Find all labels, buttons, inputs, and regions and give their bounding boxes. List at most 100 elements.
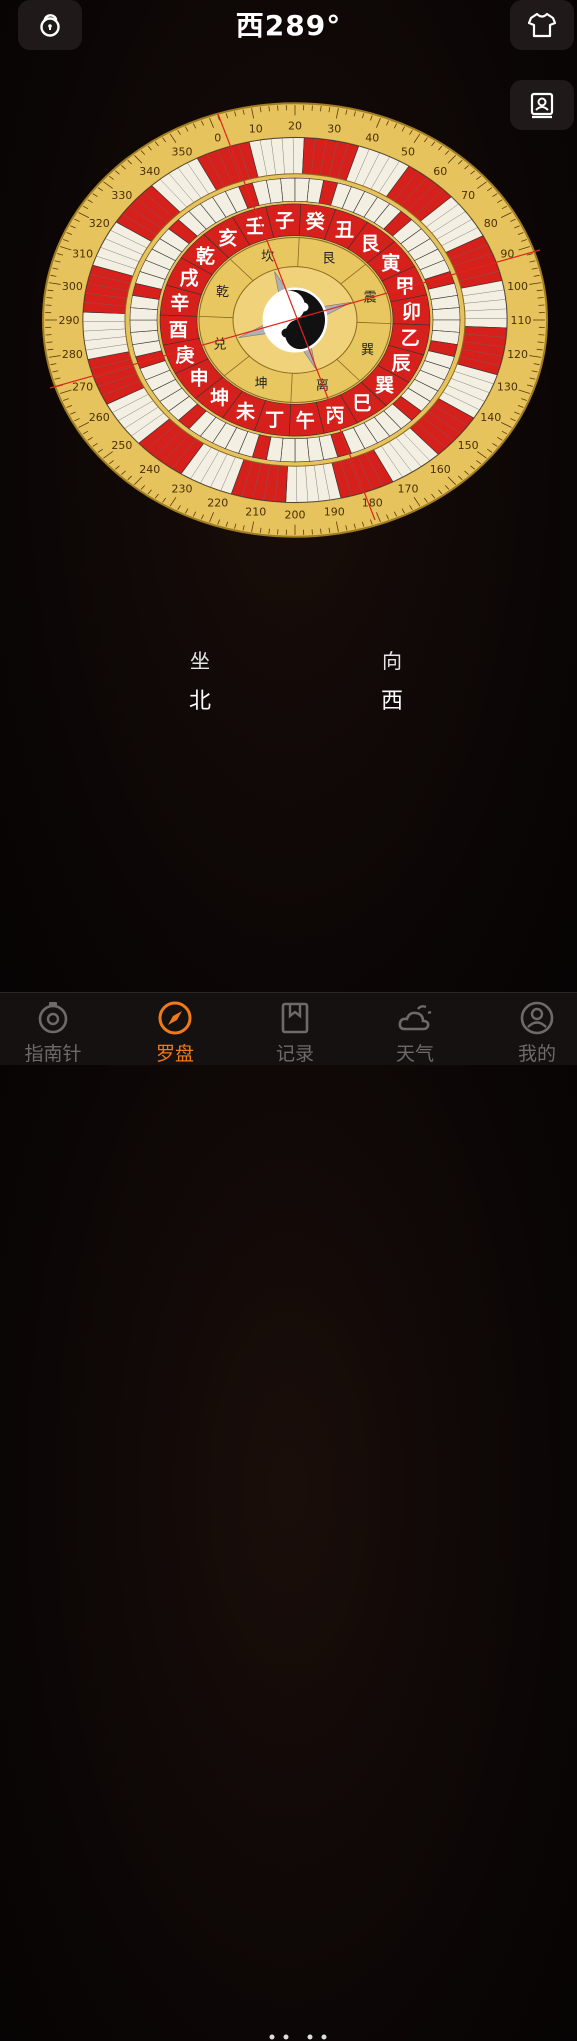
outer-segment: [83, 312, 129, 359]
mountain-label: 寅: [381, 251, 400, 274]
degree-tick: [538, 342, 544, 343]
tab-mine-label: 我的: [487, 1039, 577, 1066]
mid-segment: [432, 308, 460, 320]
mountain-label: 乾: [196, 244, 215, 267]
tab-mine[interactable]: 我的: [487, 993, 577, 1065]
trigram-label: 乾: [216, 285, 229, 300]
degree-label: 100: [507, 280, 528, 293]
bookmark-icon: [276, 999, 314, 1037]
compass-icon: [34, 999, 72, 1037]
tab-luopan[interactable]: 罗盘: [125, 993, 225, 1065]
mid-segment: [281, 178, 295, 202]
degree-label: 0: [214, 131, 221, 144]
mountain-label: 午: [296, 409, 315, 432]
degree-label: 320: [89, 217, 110, 230]
degree-label: 40: [365, 131, 379, 144]
page-indicator-dots: [268, 2033, 328, 2041]
degree-label: 260: [89, 411, 110, 424]
degree-label: 170: [398, 482, 419, 495]
luopan-dial: 0102030405060708090100110120130140150160…: [40, 100, 550, 540]
yin-yang-dot-dark: [282, 329, 291, 338]
degree-tick: [46, 342, 52, 343]
degree-label: 230: [172, 482, 193, 495]
face-label: 向: [362, 645, 422, 674]
mountain-label: 艮: [361, 233, 381, 255]
tab-record[interactable]: 记录: [245, 993, 345, 1065]
mountain-label: 丑: [335, 219, 354, 241]
mountain-label: 未: [235, 400, 255, 423]
mountain-label: 亥: [218, 227, 237, 250]
trigram-label: 巽: [361, 343, 374, 358]
trigram-label: 离: [316, 378, 329, 394]
degree-label: 150: [458, 439, 479, 452]
tab-compass-label: 指南针: [3, 1039, 103, 1066]
mountain-label: 卯: [402, 301, 421, 323]
mountain-label: 辰: [392, 353, 412, 375]
degree-label: 70: [461, 189, 475, 202]
bottom-tab-bar: 指南针 罗盘 记录 天气 我的: [0, 992, 577, 1065]
weather-icon: [396, 999, 434, 1037]
outer-segment: [249, 138, 304, 178]
mountain-label: 癸: [305, 210, 326, 233]
outer-segment: [461, 281, 507, 328]
degree-tick: [538, 298, 544, 299]
degree-label: 180: [362, 497, 383, 510]
degree-label: 270: [72, 380, 93, 393]
yin-yang-dot-light: [300, 303, 309, 312]
theme-button[interactable]: [510, 0, 574, 50]
mountain-label: 申: [190, 367, 209, 390]
degree-label: 350: [172, 146, 193, 159]
face-value: 西: [362, 683, 422, 715]
tab-weather-label: 天气: [365, 1039, 465, 1066]
degree-label: 20: [288, 120, 302, 133]
heading-readout: 西289°: [0, 4, 577, 44]
tab-compass[interactable]: 指南针: [3, 993, 103, 1065]
degree-label: 290: [59, 314, 80, 327]
sit-label: 坐: [170, 645, 230, 674]
mid-segment: [295, 438, 309, 462]
user-icon: [518, 999, 556, 1037]
degree-label: 80: [484, 217, 498, 230]
mountain-label: 巽: [375, 375, 394, 397]
tab-record-label: 记录: [245, 1039, 345, 1066]
degree-label: 160: [430, 463, 451, 476]
degree-label: 60: [433, 165, 447, 178]
degree-label: 190: [324, 505, 345, 518]
degree-tick: [46, 298, 52, 299]
degree-label: 220: [207, 497, 228, 510]
degree-label: 130: [497, 380, 518, 393]
degree-label: 10: [249, 123, 263, 136]
outer-segment: [286, 463, 341, 503]
degree-label: 280: [62, 348, 83, 361]
degree-label: 120: [507, 348, 528, 361]
tab-weather[interactable]: 天气: [365, 993, 465, 1065]
degree-label: 50: [401, 146, 415, 159]
sit-value: 北: [170, 683, 230, 715]
degree-label: 110: [511, 314, 532, 327]
mountain-label: 酉: [169, 319, 188, 341]
luopan-compass[interactable]: 0102030405060708090100110120130140150160…: [40, 100, 550, 540]
mountain-label: 乙: [401, 327, 420, 349]
trigram-label: 坎: [261, 249, 274, 264]
mountain-label: 坤: [210, 386, 229, 409]
trigram-label: 艮: [322, 252, 335, 267]
degree-label: 140: [480, 411, 501, 424]
mountain-label: 庚: [176, 343, 195, 366]
tab-luopan-label: 罗盘: [125, 1039, 225, 1066]
degree-label: 330: [111, 189, 132, 202]
mid-segment: [130, 320, 158, 332]
mountain-label: 戌: [179, 267, 198, 289]
luopan-icon: [156, 999, 194, 1037]
degree-label: 210: [245, 505, 266, 518]
mountain-label: 丁: [265, 409, 284, 431]
degree-label: 340: [139, 165, 160, 178]
degree-label: 310: [72, 248, 93, 261]
mountain-label: 子: [275, 210, 294, 232]
mountain-label: 辛: [170, 292, 189, 315]
degree-label: 200: [285, 508, 306, 521]
trigram-label: 坤: [255, 376, 268, 391]
degree-label: 30: [327, 123, 341, 136]
mountain-label: 巳: [353, 392, 372, 414]
shirt-icon: [527, 11, 557, 39]
degree-label: 240: [139, 463, 160, 476]
